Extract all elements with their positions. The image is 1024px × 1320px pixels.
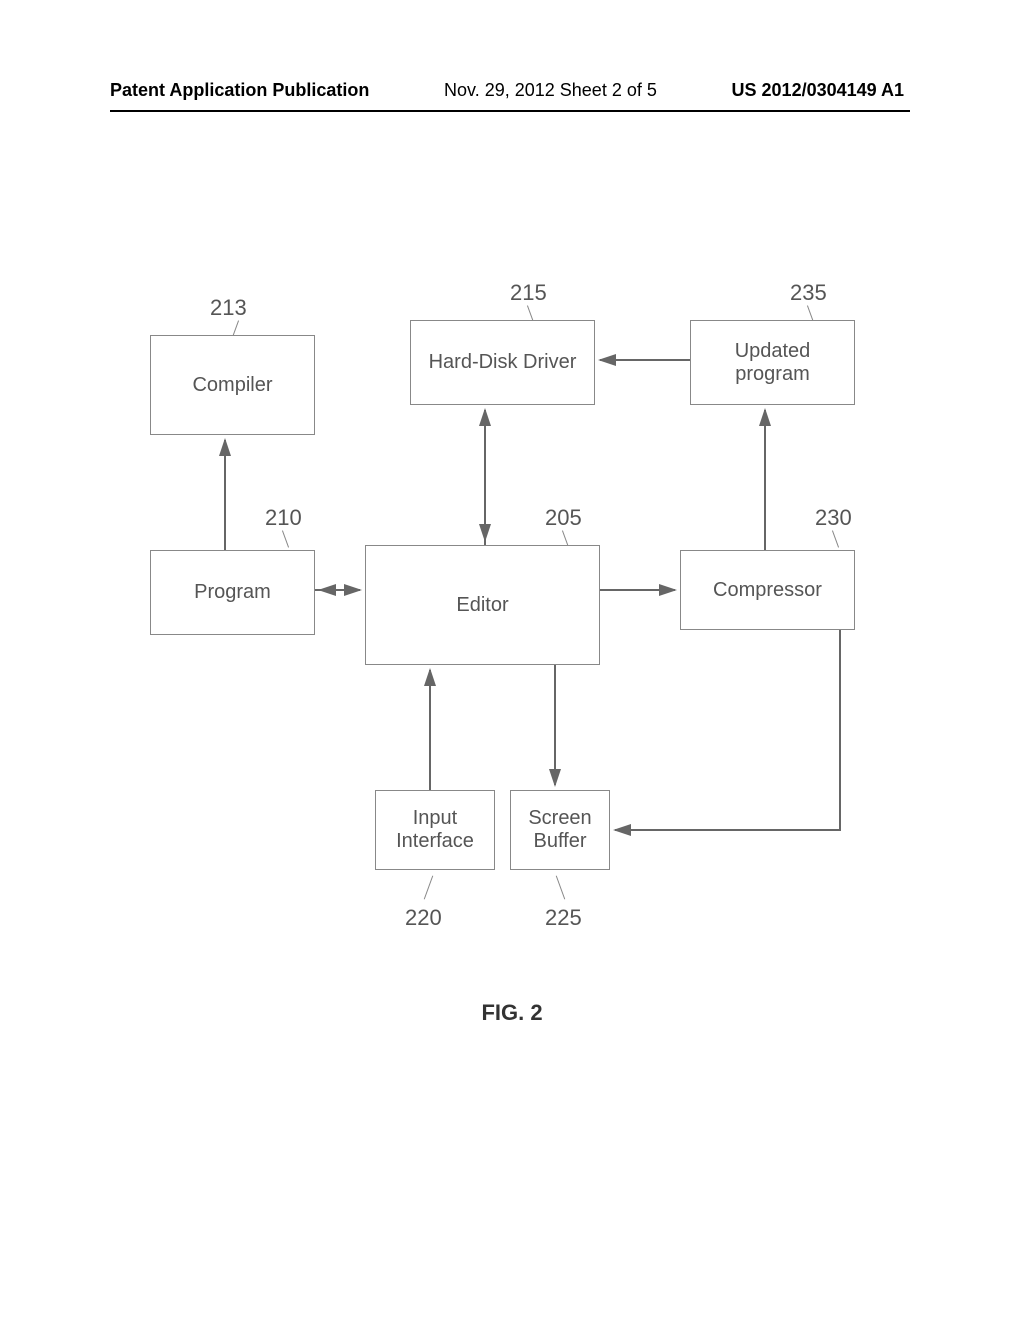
leader-230 [832,530,839,547]
label-215: 215 [510,280,547,306]
label-213: 213 [210,295,247,321]
page-header: Patent Application Publication Nov. 29, … [0,80,1024,101]
header-left: Patent Application Publication [110,80,369,101]
label-235: 235 [790,280,827,306]
box-program: Program [150,550,315,635]
label-210: 210 [265,505,302,531]
box-editor: Editor [365,545,600,665]
leader-225 [556,876,565,900]
box-updated-program: Updated program [690,320,855,405]
header-right: US 2012/0304149 A1 [732,80,904,101]
block-diagram: 213 215 235 Compiler Hard-Disk Driver Up… [150,280,880,1020]
header-rule [110,110,910,112]
box-compressor: Compressor [680,550,855,630]
figure-caption: FIG. 2 [0,1000,1024,1026]
box-hard-disk-driver: Hard-Disk Driver [410,320,595,405]
leader-220 [424,876,433,900]
box-screen-buffer: Screen Buffer [510,790,610,870]
label-225: 225 [545,905,582,931]
header-center: Nov. 29, 2012 Sheet 2 of 5 [444,80,657,101]
box-compiler: Compiler [150,335,315,435]
label-205: 205 [545,505,582,531]
label-230: 230 [815,505,852,531]
leader-210 [282,530,289,547]
box-input-interface: Input Interface [375,790,495,870]
label-220: 220 [405,905,442,931]
